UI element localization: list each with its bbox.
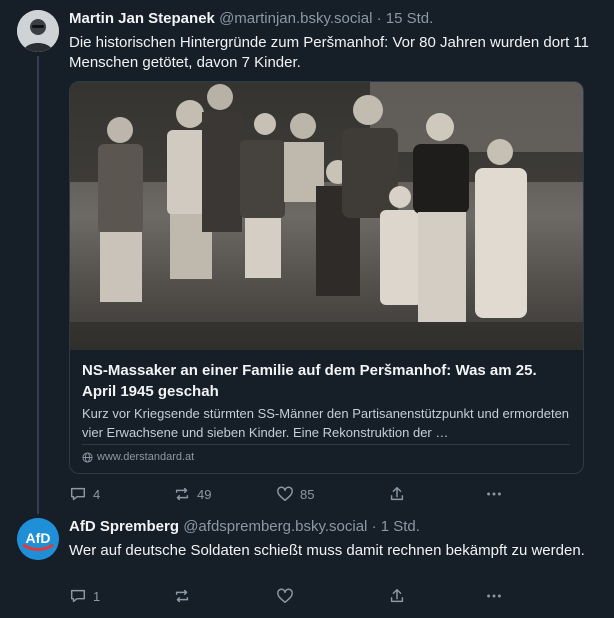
post-header: Martin Jan Stepanek @martinjan.bsky.soci…	[69, 10, 433, 27]
repost-icon	[175, 589, 189, 603]
post-time[interactable]: · 15 Std.	[377, 10, 434, 27]
share-button[interactable]	[388, 485, 406, 503]
heart-icon	[277, 486, 293, 502]
thread-line	[37, 56, 39, 514]
post-actions: 1	[69, 587, 509, 607]
like-button[interactable]	[276, 587, 294, 605]
avatar[interactable]: AfD	[17, 518, 59, 560]
repost-count: 49	[197, 486, 212, 502]
reply-icon	[70, 487, 86, 501]
author-name[interactable]: AfD Spremberg	[69, 518, 179, 535]
avatar[interactable]	[17, 10, 59, 52]
post-text: Wer auf deutsche Soldaten schießt muss d…	[69, 542, 585, 559]
author-handle[interactable]: @martinjan.bsky.social	[219, 10, 372, 27]
repost-icon	[175, 487, 189, 501]
like-count: 85	[300, 486, 315, 502]
link-card-domain: www.derstandard.at	[82, 451, 194, 463]
link-card-divider	[82, 444, 570, 445]
afd-logo-icon: AfD	[17, 518, 59, 560]
link-card[interactable]: NS-Massaker an einer Familie auf dem Per…	[69, 81, 584, 474]
share-icon	[390, 588, 404, 603]
link-card-title: NS-Massaker an einer Familie auf dem Per…	[82, 362, 537, 400]
svg-text:AfD: AfD	[26, 530, 51, 546]
more-icon	[487, 594, 501, 598]
repost-button[interactable]: 49	[173, 485, 211, 503]
more-icon	[487, 492, 501, 496]
post-header: AfD Spremberg @afdspremberg.bsky.social …	[69, 518, 420, 535]
author-handle[interactable]: @afdspremberg.bsky.social	[183, 518, 367, 535]
share-icon	[390, 486, 404, 501]
link-card-description: Kurz vor Kriegsende stürmten SS-Männer d…	[82, 406, 570, 440]
post-text: Die historischen Hintergründe zum Peršma…	[69, 34, 589, 71]
reply-icon	[70, 589, 86, 603]
reply-count: 1	[93, 588, 101, 604]
person-avatar-icon	[17, 10, 59, 52]
post-time[interactable]: · 1 Std.	[372, 518, 420, 535]
like-button[interactable]: 85	[276, 485, 314, 503]
reply-button[interactable]: 4	[69, 485, 100, 503]
repost-button[interactable]	[173, 587, 191, 605]
reply-button[interactable]: 1	[69, 587, 100, 605]
globe-icon	[82, 451, 93, 463]
share-button[interactable]	[388, 587, 406, 605]
historic-family-photo-icon	[70, 82, 583, 350]
reply-count: 4	[93, 486, 101, 502]
author-name[interactable]: Martin Jan Stepanek	[69, 10, 215, 27]
heart-icon	[277, 588, 293, 604]
more-button[interactable]	[484, 485, 504, 503]
link-card-domain-text: www.derstandard.at	[97, 451, 195, 463]
more-button[interactable]	[484, 587, 504, 605]
post-actions: 4 49 85	[69, 485, 509, 505]
